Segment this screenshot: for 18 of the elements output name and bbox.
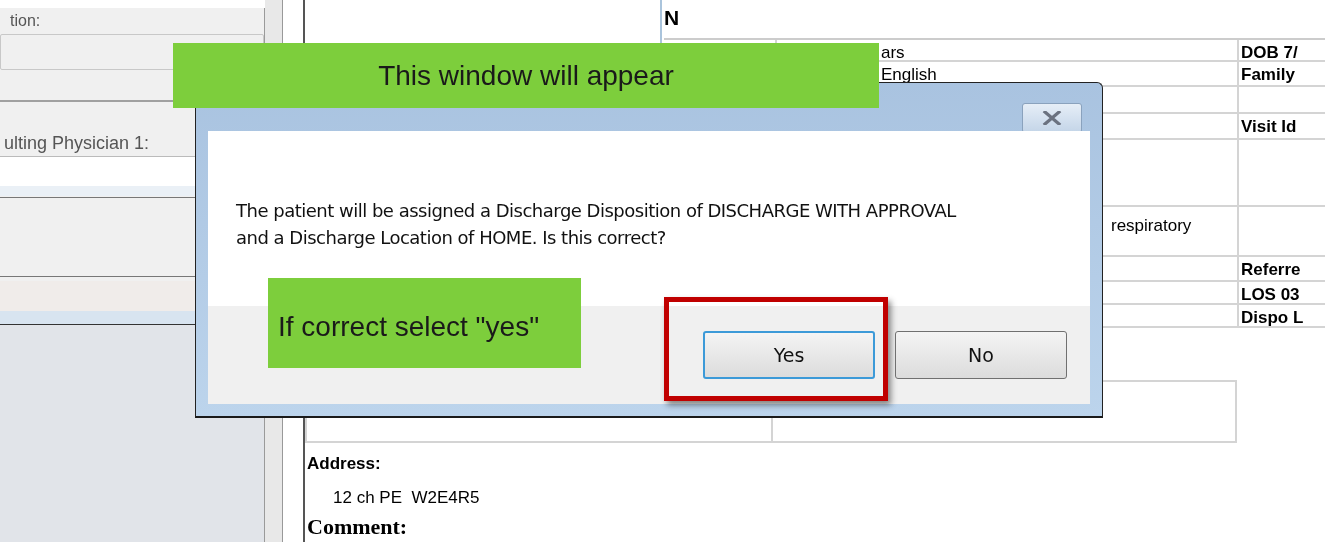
table-cell-text: LOS 03 [1240,284,1301,303]
close-button[interactable] [1022,103,1082,133]
address-text: 12 ch PE W2E4R5 [332,487,481,509]
dialog-button[interactable]: No [895,331,1067,379]
address-label: Address: [306,453,382,475]
table-cell-text: Family [1240,64,1296,85]
annotation-tooltip: If correct select "yes" [268,278,581,368]
table-cell-text: Visit Id [1240,116,1298,138]
field-label: tion: [9,11,42,31]
annotation-tooltip: This window will appear [173,43,879,108]
comment-label: Comment: [306,515,409,539]
dialog-button[interactable]: Yes [703,331,875,379]
field-label: ulting Physician 1: [3,132,151,155]
table-cell-text: Referre [1240,259,1302,280]
document-heading: N [664,5,681,31]
table-cell-text: Dispo L [1240,307,1305,326]
close-icon [1041,111,1063,125]
table-cell-text: DOB 7/ [1240,42,1299,60]
